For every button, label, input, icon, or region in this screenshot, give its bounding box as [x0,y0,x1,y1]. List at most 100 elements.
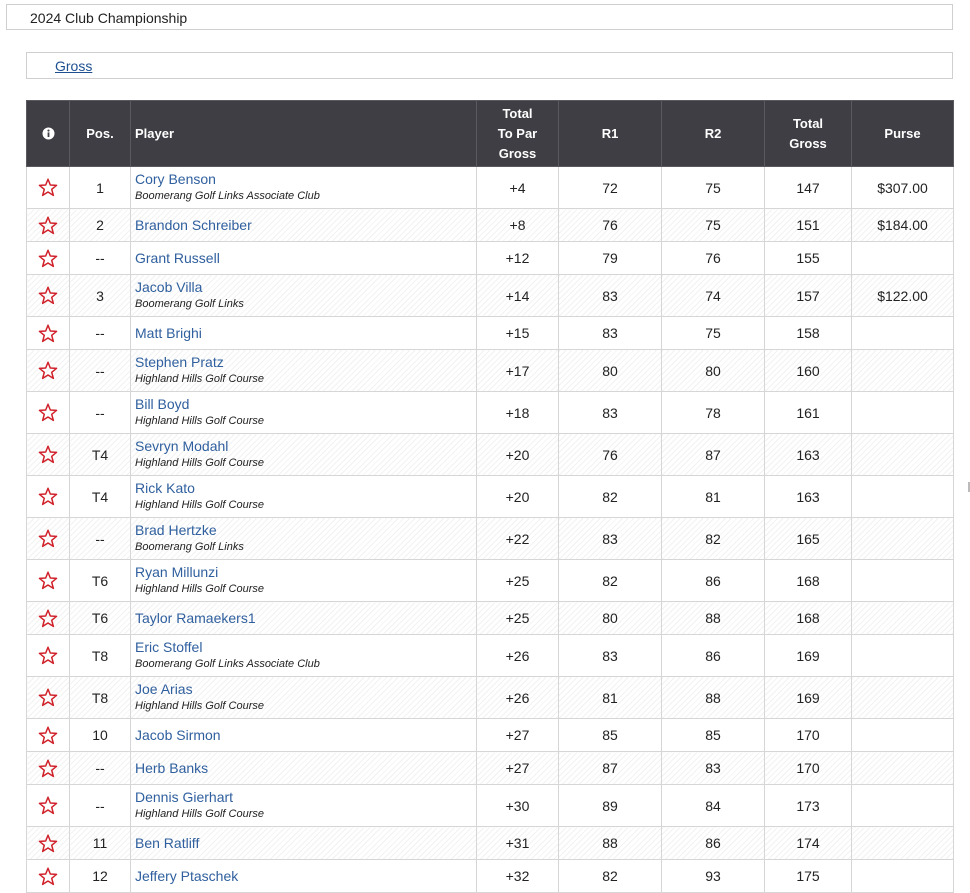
favorite-star-icon[interactable] [27,529,69,548]
favorite-cell[interactable] [26,601,70,635]
player-name-link[interactable]: Matt Brighi [135,325,476,342]
player-name-link[interactable]: Eric Stoffel [135,639,476,656]
total-gross-cell: 175 [764,859,852,893]
leaderboard-row[interactable]: 11 Ben Ratliff +31 88 86 174 [26,826,954,860]
leaderboard-row[interactable]: T8 Joe Arias Highland Hills Golf Course +26… [26,676,954,719]
favorite-cell[interactable] [26,634,70,677]
favorite-star-icon[interactable] [27,758,69,778]
player-name-link[interactable]: Ben Ratliff [135,835,476,852]
favorite-cell[interactable] [26,274,70,317]
favorite-star-icon[interactable] [27,286,69,305]
leaderboard-row[interactable]: T6 Ryan Millunzi Highland Hills Golf Cours… [26,559,954,602]
leaderboard-row[interactable]: T6 Taylor Ramaekers1 +25 80 88 168 [26,601,954,635]
player-name-link[interactable]: Stephen Pratz [135,354,476,371]
player-name-link[interactable]: Grant Russell [135,250,476,267]
favorite-star-icon[interactable] [27,688,69,707]
leaderboard-row[interactable]: -- Bill Boyd Highland Hills Golf Course +18… [26,391,954,434]
favorite-star-icon[interactable] [27,487,69,506]
favorite-cell[interactable] [26,676,70,719]
leaderboard-row[interactable]: T8 Eric Stoffel Boomerang Golf Links Assoc… [26,634,954,677]
pos-column-header[interactable]: Pos. [69,100,131,167]
leaderboard-row[interactable]: 2 Brandon Schreiber +8 76 75 151 $184.00 [26,208,954,242]
tab-gross[interactable]: Gross [55,58,92,74]
player-name-link[interactable]: Ryan Millunzi [135,564,476,581]
favorite-star-icon[interactable] [27,403,69,422]
total-gross-column-header[interactable]: Total Gross [764,100,852,167]
favorite-star-icon[interactable] [27,866,69,886]
position-cell: -- [69,316,131,350]
player-club: Highland Hills Golf Course [135,499,264,511]
position-cell: -- [69,751,131,785]
leaderboard-row[interactable]: -- Stephen Pratz Highland Hills Golf Cours… [26,349,954,392]
player-column-header[interactable]: Player [130,100,477,167]
favorite-cell[interactable] [26,718,70,752]
leaderboard-row[interactable]: -- Brad Hertzke Boomerang Golf Links +22 83 8… [26,517,954,560]
leaderboard-row[interactable]: 10 Jacob Sirmon +27 85 85 170 [26,718,954,752]
favorite-star-icon[interactable] [27,571,69,590]
player-name-link[interactable]: Jeffery Ptaschek [135,868,476,885]
favorite-cell[interactable] [26,391,70,434]
favorite-cell[interactable] [26,433,70,476]
favorite-cell[interactable] [26,208,70,242]
favorite-cell[interactable] [26,475,70,518]
favorite-cell[interactable] [26,751,70,785]
favorite-star-icon[interactable] [27,323,69,343]
r1-column-header[interactable]: R1 [558,100,662,167]
leaderboard-row[interactable]: -- Herb Banks +27 87 83 170 [26,751,954,785]
favorite-star-icon[interactable] [27,833,69,853]
position-cell: T4 [69,475,131,518]
favorite-star-icon[interactable] [27,361,69,380]
favorite-cell[interactable] [26,859,70,893]
favorite-cell[interactable] [26,517,70,560]
player-name-link[interactable]: Bill Boyd [135,396,476,413]
favorite-star-icon[interactable] [27,725,69,745]
round1-cell: 81 [558,676,662,719]
favorite-star-icon[interactable] [27,178,69,197]
favorite-cell[interactable] [26,559,70,602]
to-par-cell: +15 [476,316,559,350]
leaderboard-row[interactable]: -- Matt Brighi +15 83 75 158 [26,316,954,350]
total-gross-cell: 163 [764,433,852,476]
leaderboard-row[interactable]: -- Dennis Gierhart Highland Hills Golf Cou… [26,784,954,827]
favorite-star-icon[interactable] [27,608,69,628]
to-par-cell: +14 [476,274,559,317]
round2-cell: 80 [661,349,765,392]
player-name-link[interactable]: Sevryn Modahl [135,438,476,455]
r2-column-header[interactable]: R2 [661,100,765,167]
leaderboard-row[interactable]: 1 Cory Benson Boomerang Golf Links Associa… [26,166,954,209]
favorite-cell[interactable] [26,316,70,350]
total-gross-cell: 160 [764,349,852,392]
favorite-cell[interactable] [26,241,70,275]
player-name-link[interactable]: Joe Arias [135,681,476,698]
favorite-cell[interactable] [26,784,70,827]
leaderboard-row[interactable]: T4 Rick Kato Highland Hills Golf Course +20… [26,475,954,518]
favorite-star-icon[interactable] [27,215,69,235]
info-column-header[interactable] [26,100,70,167]
player-name-link[interactable]: Rick Kato [135,480,476,497]
player-name-link[interactable]: Brandon Schreiber [135,217,476,234]
favorite-star-icon[interactable] [27,445,69,464]
leaderboard-row[interactable]: -- Grant Russell +12 79 76 155 [26,241,954,275]
player-name-link[interactable]: Jacob Sirmon [135,727,476,744]
to-par-cell: +4 [476,166,559,209]
leaderboard-row[interactable]: 3 Jacob Villa Boomerang Golf Links +14 83 74 1… [26,274,954,317]
favorite-star-icon[interactable] [27,646,69,665]
scoring-tab-bar: Gross [26,52,953,79]
purse-column-header[interactable]: Purse [851,100,954,167]
favorite-star-icon[interactable] [27,796,69,815]
favorite-cell[interactable] [26,349,70,392]
favorite-cell[interactable] [26,166,70,209]
info-icon[interactable] [27,127,69,140]
favorite-cell[interactable] [26,826,70,860]
player-name-link[interactable]: Cory Benson [135,171,476,188]
favorite-star-icon[interactable] [27,248,69,268]
to-par-column-header[interactable]: Total To Par Gross [476,100,559,167]
leaderboard-row[interactable]: 12 Jeffery Ptaschek +32 82 93 175 [26,859,954,893]
round2-cell: 75 [661,316,765,350]
leaderboard-row[interactable]: T4 Sevryn Modahl Highland Hills Golf Cours… [26,433,954,476]
player-name-link[interactable]: Dennis Gierhart [135,789,476,806]
player-name-link[interactable]: Jacob Villa [135,279,476,296]
player-name-link[interactable]: Brad Hertzke [135,522,476,539]
player-name-link[interactable]: Herb Banks [135,760,476,777]
player-name-link[interactable]: Taylor Ramaekers1 [135,610,476,627]
